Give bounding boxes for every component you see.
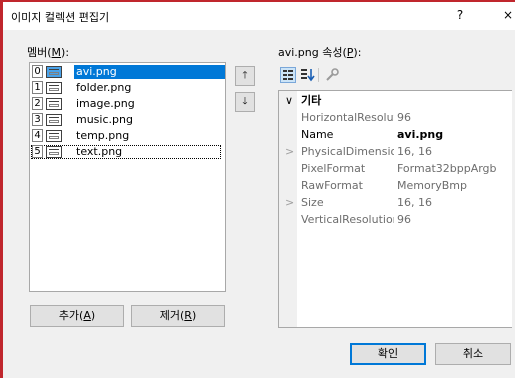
list-item[interactable]: 1 folder.png bbox=[31, 81, 225, 95]
property-row[interactable]: VerticalResolution 96 bbox=[279, 212, 512, 228]
categorized-view-icon[interactable] bbox=[280, 67, 296, 83]
item-index: 4 bbox=[32, 129, 43, 142]
item-index: 5 bbox=[32, 145, 43, 158]
toolbar-separator bbox=[318, 68, 319, 82]
window-title: 이미지 컬렉션 편집기 bbox=[11, 11, 110, 24]
item-index: 3 bbox=[32, 113, 43, 126]
property-name: Name bbox=[301, 128, 334, 141]
property-value: Format32bppArgb bbox=[397, 162, 497, 175]
property-name: Size bbox=[301, 196, 324, 209]
property-name: HorizontalResolution bbox=[301, 111, 394, 124]
image-file-icon bbox=[46, 146, 62, 158]
category-name: 기타 bbox=[301, 94, 322, 107]
property-value: 16, 16 bbox=[397, 145, 432, 158]
image-collection-editor-dialog: 이미지 컬렉션 편집기 ? × 멤버(M): 0 avi.png 1 folde… bbox=[3, 2, 515, 378]
properties-label: avi.png 속성(P): bbox=[278, 46, 362, 59]
list-item[interactable]: 3 music.png bbox=[31, 113, 225, 127]
item-name: music.png bbox=[76, 113, 133, 126]
close-button[interactable]: × bbox=[503, 8, 515, 22]
title-bar: 이미지 컬렉션 편집기 ? × bbox=[3, 2, 515, 30]
list-item[interactable]: 2 image.png bbox=[31, 97, 225, 111]
image-file-icon bbox=[46, 66, 62, 78]
image-file-icon bbox=[46, 98, 62, 110]
image-file-icon bbox=[46, 130, 62, 142]
alphabetical-sort-icon[interactable] bbox=[300, 67, 316, 83]
property-row[interactable]: > Size 16, 16 bbox=[279, 195, 512, 211]
members-list[interactable]: 0 avi.png 1 folder.png 2 image.png 3 mus… bbox=[29, 62, 226, 292]
property-name: VerticalResolution bbox=[301, 213, 394, 226]
item-name: temp.png bbox=[76, 129, 130, 142]
property-grid[interactable]: ∨ 기타 HorizontalResolution 96 Name avi.pn… bbox=[278, 90, 512, 328]
image-file-icon bbox=[46, 82, 62, 94]
category-row[interactable]: ∨ 기타 bbox=[279, 93, 512, 109]
property-row[interactable]: PixelFormat Format32bppArgb bbox=[279, 161, 512, 177]
list-item[interactable]: 5 text.png bbox=[31, 145, 221, 159]
help-button[interactable]: ? bbox=[453, 8, 467, 22]
property-name: RawFormat bbox=[301, 179, 363, 192]
item-name: folder.png bbox=[76, 81, 132, 94]
ok-button[interactable]: 확인 bbox=[350, 343, 426, 365]
item-index: 0 bbox=[32, 65, 43, 78]
list-item[interactable]: 0 avi.png bbox=[31, 65, 225, 79]
properties-toolbar bbox=[278, 64, 512, 86]
property-row[interactable]: RawFormat MemoryBmp bbox=[279, 178, 512, 194]
add-button[interactable]: 추가(A) bbox=[30, 305, 124, 327]
cancel-button[interactable]: 취소 bbox=[435, 343, 511, 365]
item-name: avi.png bbox=[74, 65, 225, 79]
image-file-icon bbox=[46, 114, 62, 126]
property-name: PixelFormat bbox=[301, 162, 366, 175]
collapse-icon[interactable]: ∨ bbox=[285, 93, 295, 109]
wrench-icon[interactable] bbox=[324, 67, 340, 83]
expand-icon[interactable]: > bbox=[285, 195, 295, 211]
arrow-down-icon: 🡓 bbox=[242, 96, 248, 107]
property-row[interactable]: > PhysicalDimension 16, 16 bbox=[279, 144, 512, 160]
item-index: 1 bbox=[32, 81, 43, 94]
property-value: 96 bbox=[397, 111, 411, 124]
arrow-up-icon: 🡑 bbox=[242, 70, 248, 81]
remove-button[interactable]: 제거(R) bbox=[131, 305, 225, 327]
property-name: PhysicalDimension bbox=[301, 145, 394, 158]
property-value: 16, 16 bbox=[397, 196, 432, 209]
property-value: MemoryBmp bbox=[397, 179, 467, 192]
expand-icon[interactable]: > bbox=[285, 144, 295, 160]
item-index: 2 bbox=[32, 97, 43, 110]
move-up-button[interactable]: 🡑 bbox=[235, 66, 255, 86]
members-label: 멤버(M): bbox=[27, 46, 70, 59]
move-down-button[interactable]: 🡓 bbox=[235, 92, 255, 112]
list-item[interactable]: 4 temp.png bbox=[31, 129, 225, 143]
property-value: 96 bbox=[397, 213, 411, 226]
property-row[interactable]: Name avi.png bbox=[279, 127, 512, 143]
item-name: image.png bbox=[76, 97, 135, 110]
property-row[interactable]: HorizontalResolution 96 bbox=[279, 110, 512, 126]
property-value[interactable]: avi.png bbox=[397, 127, 443, 143]
item-name: text.png bbox=[76, 145, 123, 158]
